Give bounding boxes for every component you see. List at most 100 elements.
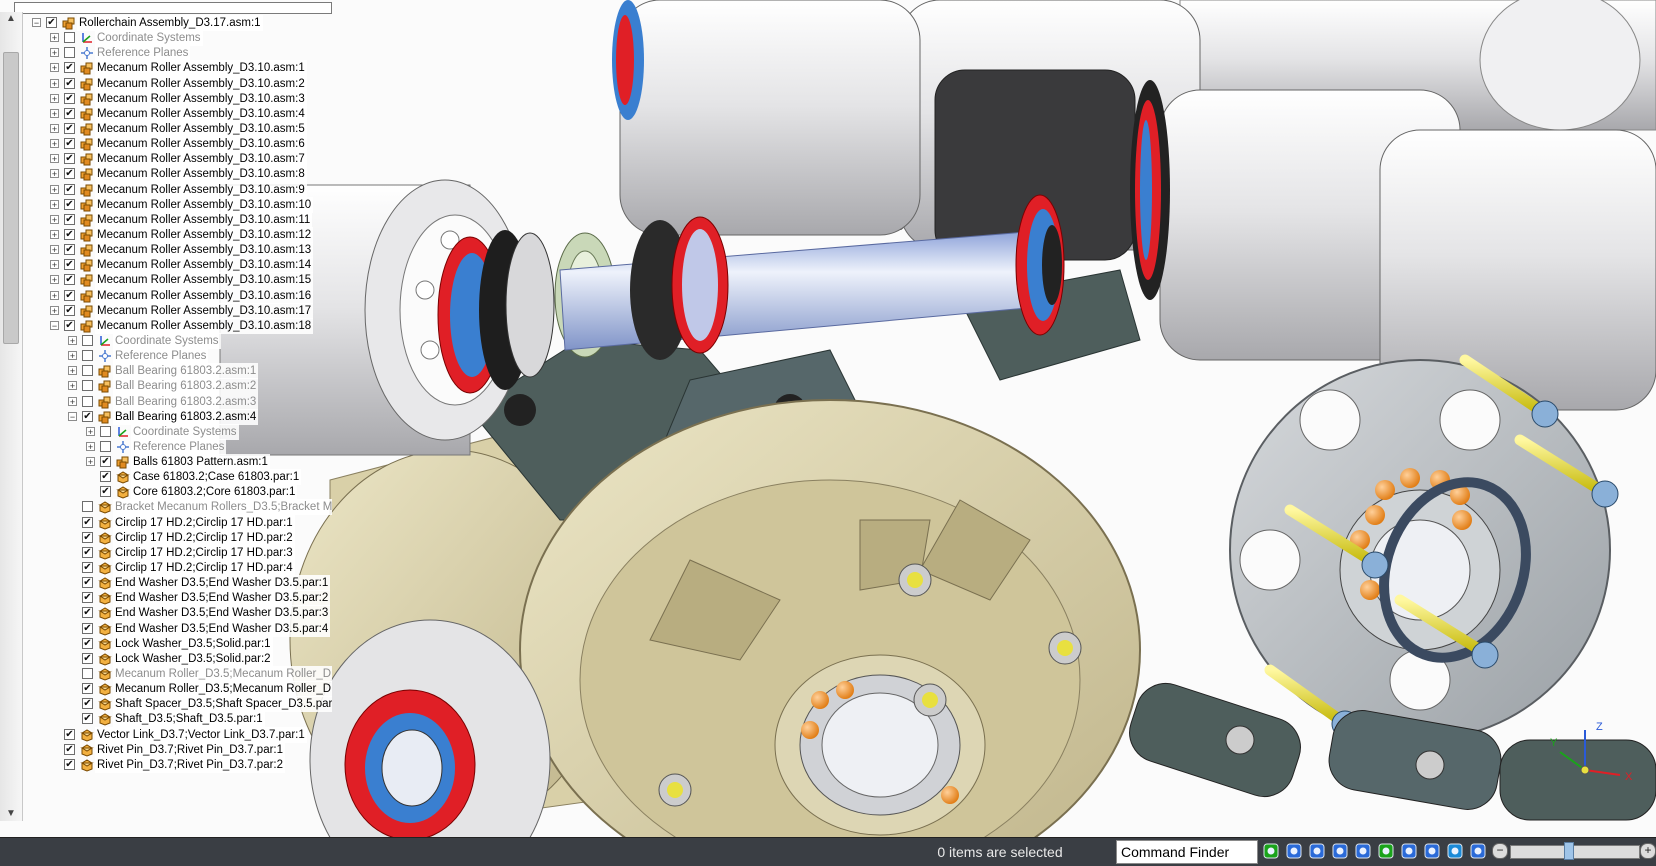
display-checkbox[interactable]: ✔ <box>64 168 75 180</box>
tree-node[interactable]: + ✔ Mecanum Roller Assembly_D3.10.asm:2 <box>0 75 330 92</box>
tree-node[interactable]: + ✔ Mecanum Roller Assembly_D3.10.asm:14 <box>0 257 330 274</box>
tree-node-label[interactable]: End Washer D3.5;End Washer D3.5.par:2 <box>113 590 331 607</box>
display-checkbox[interactable]: ✔ <box>82 546 93 558</box>
display-checkbox[interactable]: ✔ <box>64 289 75 301</box>
tree-node-label[interactable]: End Washer D3.5;End Washer D3.5.par:4 <box>113 620 331 637</box>
collapse-toggle-icon[interactable]: − <box>50 320 59 330</box>
expand-toggle-icon[interactable]: + <box>68 396 77 406</box>
tree-node-label[interactable]: Rivet Pin_D3.7;Rivet Pin_D3.7.par:2 <box>95 756 286 773</box>
expand-toggle-icon[interactable]: + <box>50 139 59 149</box>
tree-node-label[interactable]: Mecanum Roller Assembly_D3.10.asm:3 <box>95 90 307 107</box>
tree-node[interactable]: + ✔ Mecanum Roller Assembly_D3.10.asm:13 <box>0 242 330 259</box>
display-checkbox[interactable]: ✔ <box>64 153 75 165</box>
tree-node[interactable]: ✔ Rivet Pin_D3.7;Rivet Pin_D3.7.par:2 <box>0 756 330 773</box>
display-checkbox[interactable]: ✔ <box>64 183 75 195</box>
display-checkbox[interactable]: ✔ <box>82 562 93 574</box>
expand-toggle-icon[interactable]: + <box>50 78 59 88</box>
tree-node-label[interactable]: Mecanum Roller Assembly_D3.10.asm:11 <box>95 211 313 228</box>
display-checkbox[interactable] <box>100 440 111 452</box>
display-checkbox[interactable] <box>82 334 93 346</box>
tree-node-label[interactable]: Mecanum Roller Assembly_D3.10.asm:15 <box>95 272 314 289</box>
display-checkbox[interactable]: ✔ <box>64 228 75 240</box>
rotate-icon[interactable] <box>1377 842 1395 860</box>
tree-node-label[interactable]: Mecanum Roller Assembly_D3.10.asm:14 <box>95 257 314 274</box>
tree-node-label[interactable]: End Washer D3.5;End Washer D3.5.par:3 <box>113 605 331 622</box>
tree-node-label[interactable]: Shaft_D3.5;Shaft_D3.5.par:1 <box>113 711 265 728</box>
display-checkbox[interactable]: ✔ <box>64 259 75 271</box>
tree-node-label[interactable]: Mecanum Roller Assembly_D3.10.asm:8 <box>95 166 307 183</box>
tree-node-label[interactable]: Mecanum Roller Assembly_D3.10.asm:13 <box>95 242 314 259</box>
fit-icon[interactable] <box>1331 842 1349 860</box>
expand-toggle-icon[interactable]: + <box>50 229 59 239</box>
tree-node[interactable]: ✔ Core 61803.2;Core 61803.par:1 <box>0 484 330 501</box>
display-checkbox[interactable] <box>82 395 93 407</box>
zoom-in-button[interactable]: + <box>1640 843 1656 859</box>
tree-node-label[interactable]: Ball Bearing 61803.2.asm:4 <box>113 408 259 425</box>
collapse-toggle-icon[interactable]: − <box>32 18 41 28</box>
tree-node[interactable]: − ✔ Rollerchain Assembly_D3.17.asm:1 <box>0 15 330 31</box>
tree-node[interactable]: + Coordinate Systems <box>0 30 330 47</box>
tree-node-label[interactable]: Circlip 17 HD.2;Circlip 17 HD.par:1 <box>113 514 295 531</box>
tree-node[interactable]: + ✔ Mecanum Roller Assembly_D3.10.asm:3 <box>0 90 330 107</box>
tree-node[interactable]: Mecanum Roller_D3.5;Mecanum Roller_D <box>0 666 332 683</box>
display-checkbox[interactable]: ✔ <box>64 743 75 755</box>
tree-node[interactable]: ✔ Circlip 17 HD.2;Circlip 17 HD.par:3 <box>0 544 330 561</box>
assembly-feature-tree[interactable]: ▲ ▼ − ✔ Rollerchain Assembly_D3.17.asm:1 + C… <box>0 0 332 821</box>
expand-toggle-icon[interactable]: + <box>50 48 59 58</box>
expand-toggle-icon[interactable]: + <box>50 199 59 209</box>
tree-node[interactable]: + ✔ Mecanum Roller Assembly_D3.10.asm:11 <box>0 211 330 228</box>
tree-node[interactable]: + ✔ Mecanum Roller Assembly_D3.10.asm:16 <box>0 287 330 304</box>
display-checkbox[interactable] <box>64 47 75 59</box>
expand-toggle-icon[interactable]: + <box>68 351 77 361</box>
display-checkbox[interactable] <box>64 32 75 44</box>
tree-node[interactable]: + Ball Bearing 61803.2.asm:3 <box>0 393 330 410</box>
view-style-icon[interactable] <box>1469 842 1487 860</box>
tree-node-label[interactable]: Coordinate Systems <box>131 423 239 440</box>
tree-node[interactable]: ✔ Rivet Pin_D3.7;Rivet Pin_D3.7.par:1 <box>0 741 330 758</box>
tree-node[interactable]: ✔ Case 61803.2;Case 61803.par:1 <box>0 469 330 486</box>
tree-node-label[interactable]: Mecanum Roller Assembly_D3.10.asm:6 <box>95 136 307 153</box>
display-checkbox[interactable]: ✔ <box>64 319 75 331</box>
tree-node-label[interactable]: Mecanum Roller Assembly_D3.10.asm:4 <box>95 105 307 122</box>
tree-filter-bar[interactable] <box>14 2 332 14</box>
tree-node[interactable]: + ✔ Mecanum Roller Assembly_D3.10.asm:4 <box>0 105 330 122</box>
tree-node-label[interactable]: Reference Planes <box>95 45 191 62</box>
tree-node-label[interactable]: Bracket Mecanum Rollers_D3.5;Bracket M <box>113 499 332 516</box>
tree-node[interactable]: + Ball Bearing 61803.2.asm:2 <box>0 378 330 395</box>
tree-node[interactable]: + ✔ Mecanum Roller Assembly_D3.10.asm:12 <box>0 226 330 243</box>
expand-toggle-icon[interactable]: + <box>68 381 77 391</box>
tree-node[interactable]: − ✔ Ball Bearing 61803.2.asm:4 <box>0 408 330 425</box>
look-at-face-icon[interactable] <box>1400 842 1418 860</box>
tree-node-label[interactable]: Mecanum Roller Assembly_D3.10.asm:12 <box>95 226 314 243</box>
zoom-out-button[interactable]: − <box>1492 843 1508 859</box>
tree-node[interactable]: ✔ Lock Washer_D3.5;Solid.par:1 <box>0 635 330 652</box>
tree-node[interactable]: + ✔ Mecanum Roller Assembly_D3.10.asm:1 <box>0 60 330 77</box>
tree-node[interactable]: ✔ End Washer D3.5;End Washer D3.5.par:1 <box>0 575 331 592</box>
display-checkbox[interactable] <box>82 501 93 513</box>
display-checkbox[interactable] <box>82 350 93 362</box>
tree-node[interactable]: + ✔ Mecanum Roller Assembly_D3.10.asm:15 <box>0 272 330 289</box>
tree-node-label[interactable]: Mecanum Roller Assembly_D3.10.asm:1 <box>95 60 307 77</box>
tree-node[interactable]: + Coordinate Systems <box>0 423 330 440</box>
expand-toggle-icon[interactable]: + <box>68 366 77 376</box>
tree-node-label[interactable]: Case 61803.2;Case 61803.par:1 <box>131 469 302 486</box>
tree-node[interactable]: ✔ End Washer D3.5;End Washer D3.5.par:3 <box>0 605 331 622</box>
display-checkbox[interactable]: ✔ <box>64 138 75 150</box>
display-checkbox[interactable]: ✔ <box>82 410 93 422</box>
display-checkbox[interactable]: ✔ <box>82 698 93 710</box>
display-checkbox[interactable]: ✔ <box>82 637 93 649</box>
tree-node[interactable]: ✔ End Washer D3.5;End Washer D3.5.par:2 <box>0 590 331 607</box>
expand-toggle-icon[interactable]: + <box>86 426 95 436</box>
expand-toggle-icon[interactable]: + <box>50 123 59 133</box>
display-checkbox[interactable]: ✔ <box>82 531 93 543</box>
display-checkbox[interactable]: ✔ <box>100 486 111 498</box>
display-checkbox[interactable]: ✔ <box>82 652 93 664</box>
expand-toggle-icon[interactable]: + <box>50 275 59 285</box>
tree-node[interactable]: + Ball Bearing 61803.2.asm:1 <box>0 363 330 380</box>
expand-toggle-icon[interactable]: + <box>50 290 59 300</box>
tree-node[interactable]: ✔ Shaft Spacer_D3.5;Shaft Spacer_D3.5.par <box>0 696 332 713</box>
display-checkbox[interactable]: ✔ <box>82 592 93 604</box>
tree-node-label[interactable]: Core 61803.2;Core 61803.par:1 <box>131 484 298 501</box>
tree-node-label[interactable]: Mecanum Roller Assembly_D3.10.asm:7 <box>95 151 307 168</box>
expand-toggle-icon[interactable]: + <box>50 184 59 194</box>
